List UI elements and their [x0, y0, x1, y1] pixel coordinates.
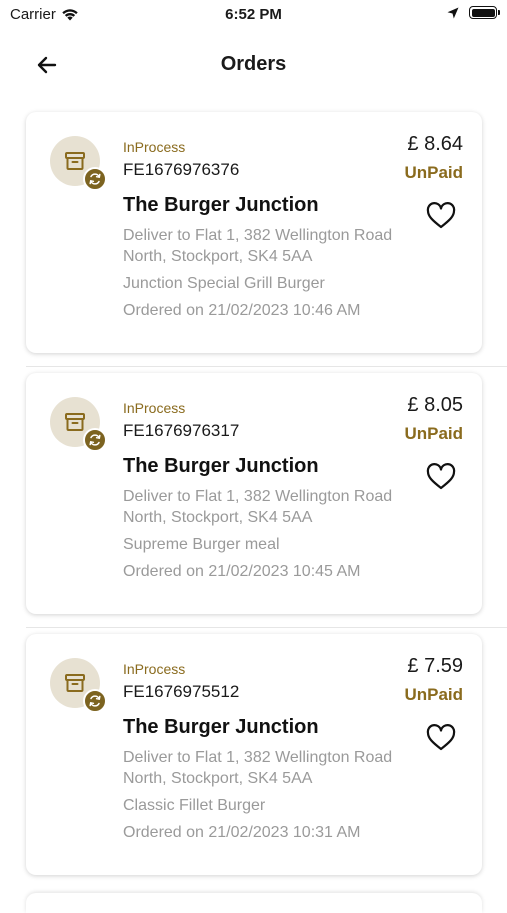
delivery-address: Deliver to Flat 1, 382 Wellington Road N…: [123, 749, 393, 787]
order-card[interactable]: InProcess FE1676976376 The Burger Juncti…: [26, 112, 482, 353]
sync-icon: [89, 434, 101, 446]
archive-box-icon: [65, 674, 85, 692]
order-card[interactable]: InProcess FE1676975512 The Burger Juncti…: [26, 634, 482, 875]
heart-icon: [426, 724, 456, 751]
delivery-address: Deliver to Flat 1, 382 Wellington Road N…: [123, 227, 393, 265]
location-arrow-icon: [447, 7, 459, 18]
divider: [26, 366, 507, 367]
restaurant-name: The Burger Junction: [123, 455, 319, 477]
status-bar: Carrier 6:52 PM: [0, 0, 507, 30]
order-date: Ordered on 21/02/2023 10:46 AM: [123, 302, 361, 319]
delivery-address: Deliver to Flat 1, 382 Wellington Road N…: [123, 488, 393, 526]
nav-bar: Orders: [0, 40, 507, 90]
order-date: Ordered on 21/02/2023 10:45 AM: [123, 563, 361, 580]
payment-status: UnPaid: [404, 424, 463, 443]
payment-status: UnPaid: [404, 685, 463, 704]
heart-icon: [426, 463, 456, 490]
restaurant-name: The Burger Junction: [123, 716, 319, 738]
battery-icon: [469, 6, 500, 19]
page-title: Orders: [220, 53, 287, 75]
status-badge: [83, 428, 107, 452]
payment-status: UnPaid: [404, 163, 463, 182]
order-status: InProcess: [123, 400, 186, 416]
order-item: Classic Fillet Burger: [123, 797, 266, 814]
status-time: 6:52 PM: [225, 6, 282, 23]
orders-list: InProcess FE1676976376 The Burger Juncti…: [0, 110, 507, 893]
archive-box-icon: [65, 152, 85, 170]
order-price: £ 7.59: [407, 655, 463, 677]
order-row: InProcess FE1676975512 The Burger Juncti…: [0, 632, 507, 893]
order-card-partial[interactable]: [26, 893, 482, 913]
status-right: [447, 6, 500, 19]
favorite-button[interactable]: [426, 724, 456, 752]
heart-icon: [426, 202, 456, 229]
order-id: FE1676976376: [123, 160, 240, 179]
order-price: £ 8.05: [407, 394, 463, 416]
order-row: InProcess FE1676976376 The Burger Juncti…: [0, 110, 507, 371]
favorite-button[interactable]: [426, 463, 456, 491]
order-date: Ordered on 21/02/2023 10:31 AM: [123, 824, 361, 841]
order-status: InProcess: [123, 661, 186, 677]
battery-fill: [471, 8, 495, 17]
order-item: Supreme Burger meal: [123, 536, 280, 553]
order-row: InProcess FE1676976317 The Burger Juncti…: [0, 371, 507, 632]
favorite-button[interactable]: [426, 202, 456, 230]
order-status: InProcess: [123, 139, 186, 155]
restaurant-name: The Burger Junction: [123, 194, 319, 216]
order-price: £ 8.64: [407, 133, 463, 155]
divider: [26, 627, 507, 628]
sync-icon: [89, 695, 101, 707]
sync-icon: [89, 173, 101, 185]
status-badge: [83, 689, 107, 713]
order-id: FE1676975512: [123, 682, 240, 701]
order-card[interactable]: InProcess FE1676976317 The Burger Juncti…: [26, 373, 482, 614]
order-id: FE1676976317: [123, 421, 240, 440]
order-item: Junction Special Grill Burger: [123, 275, 325, 292]
archive-box-icon: [65, 413, 85, 431]
status-badge: [83, 167, 107, 191]
